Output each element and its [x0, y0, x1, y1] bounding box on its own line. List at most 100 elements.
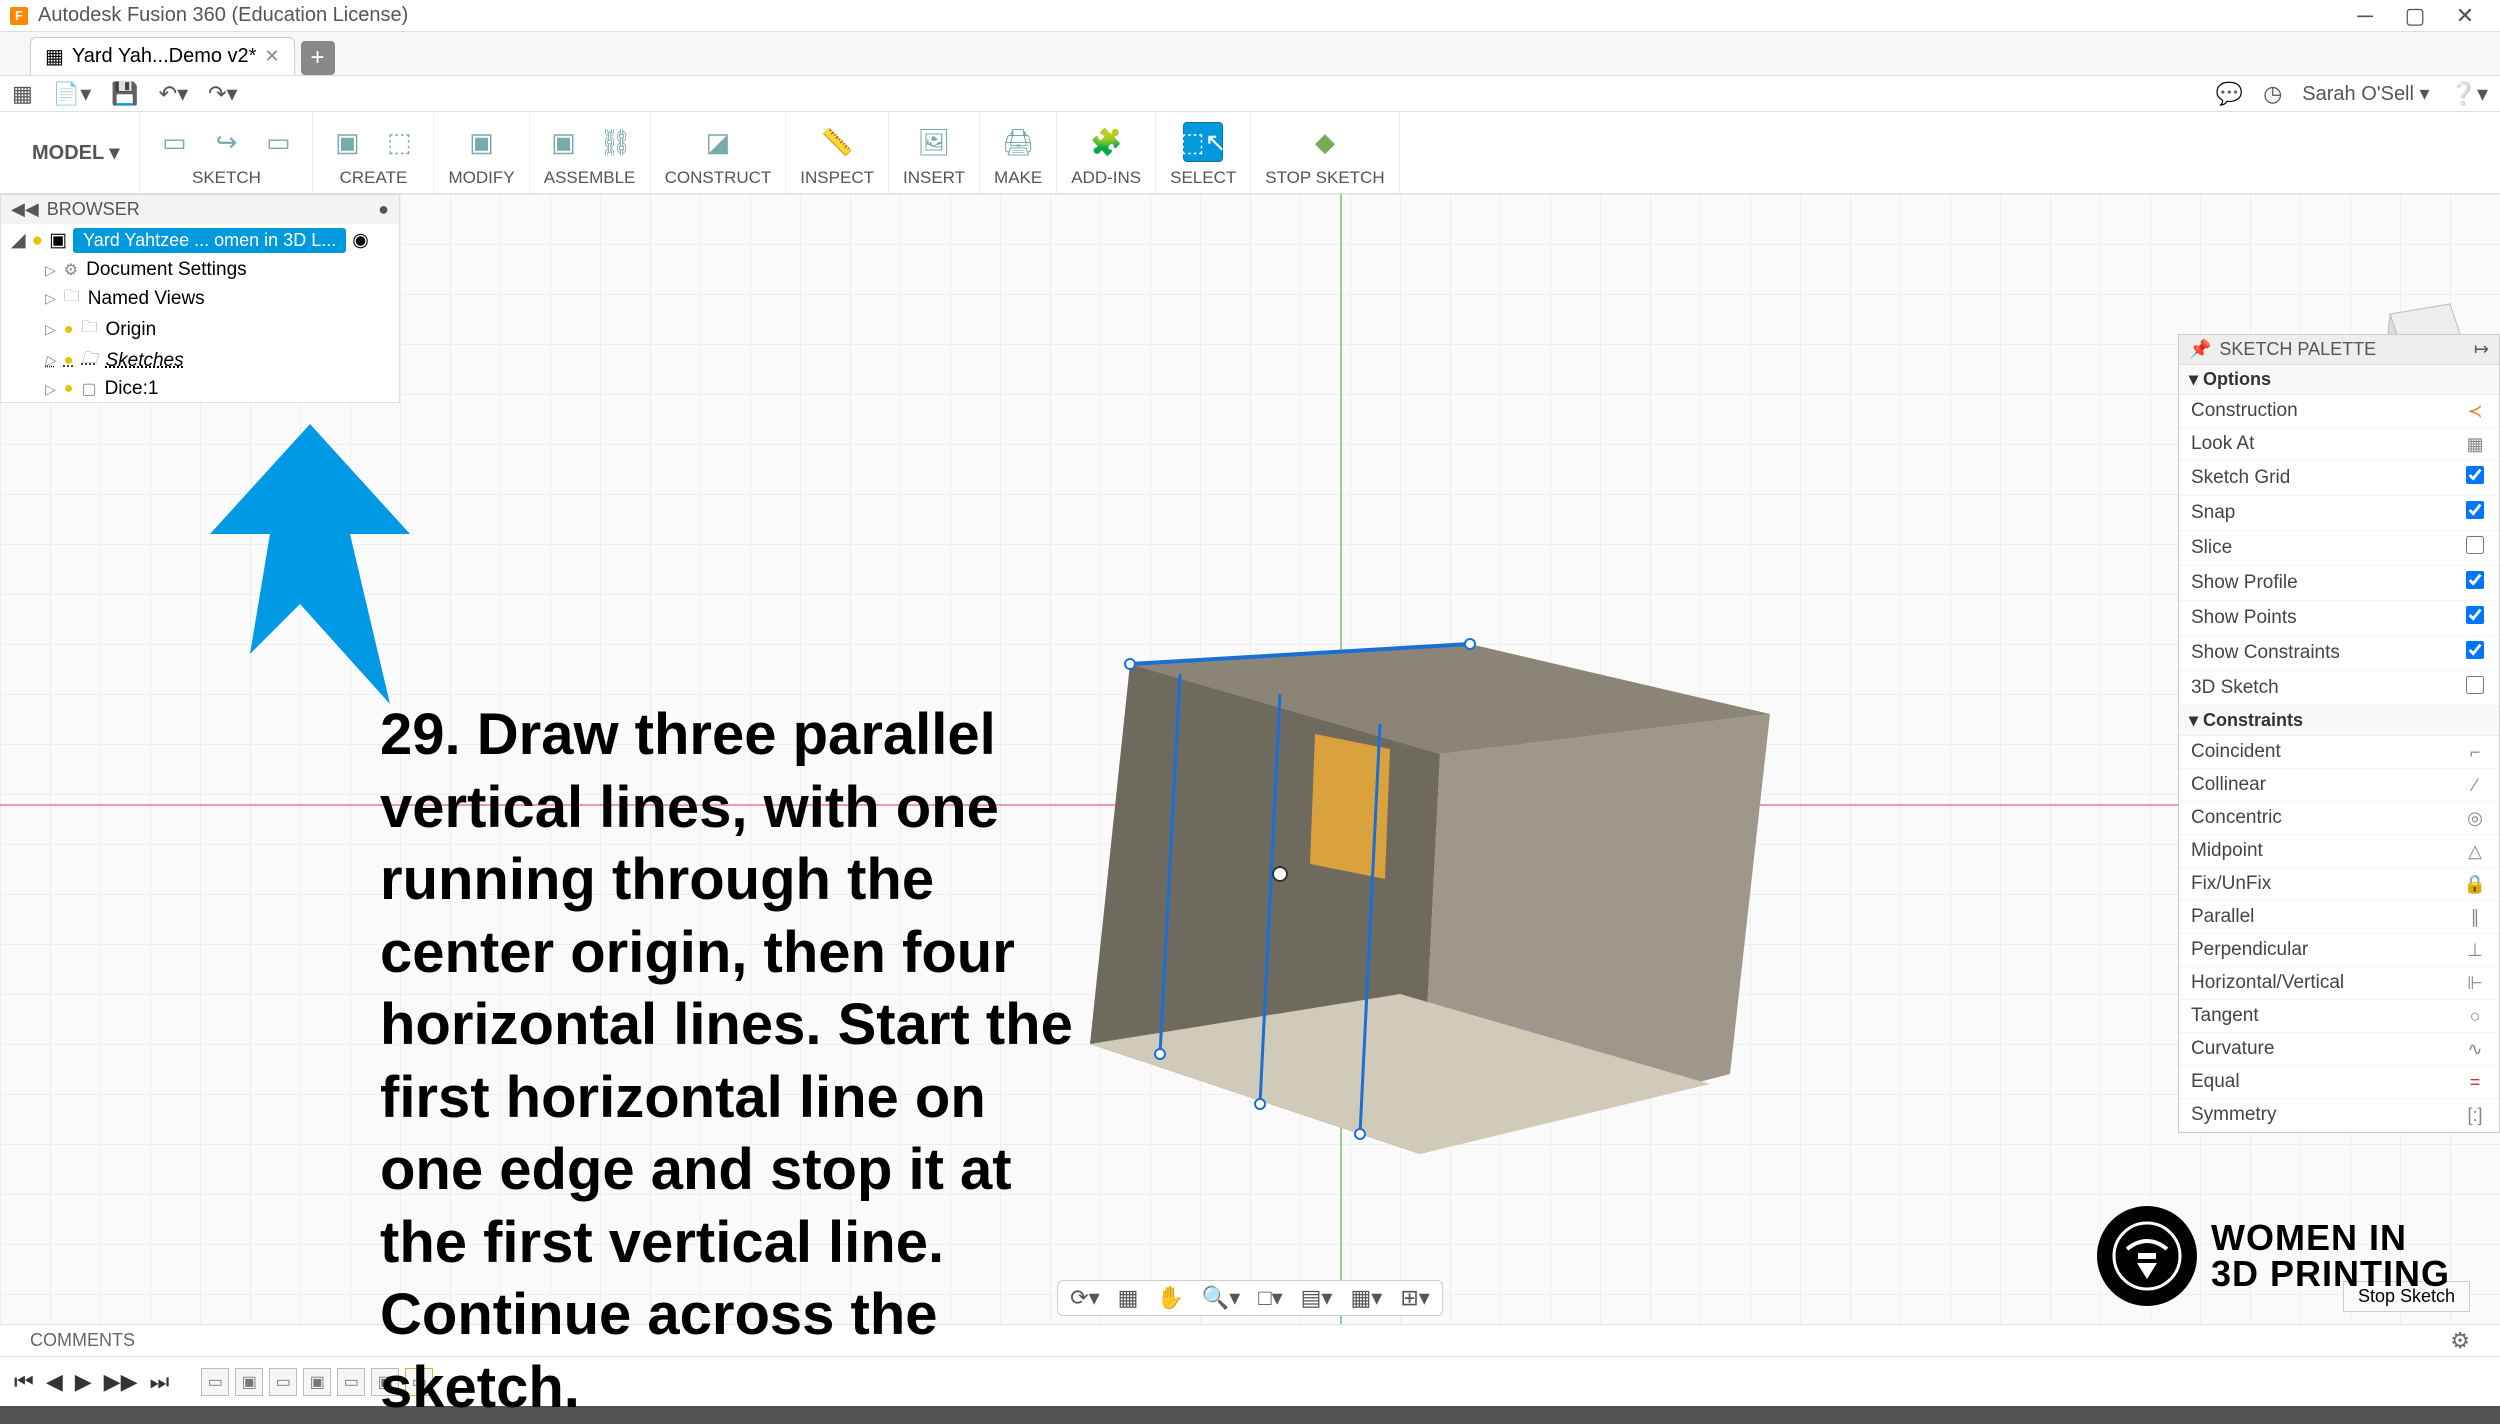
timeline-item[interactable]: ▣	[235, 1368, 263, 1396]
document-tab-active[interactable]: ▦ Yard Yah...Demo v2* ✕	[30, 37, 295, 75]
construction-icon[interactable]: ≺	[2463, 401, 2487, 422]
visibility-icon[interactable]: ●	[64, 352, 74, 370]
close-button[interactable]: ✕	[2440, 0, 2490, 32]
presspull-icon[interactable]: ▣	[462, 122, 502, 162]
minimize-button[interactable]: ─	[2340, 0, 2390, 32]
constraint-parallel[interactable]: Parallel∥	[2179, 901, 2499, 934]
option-showconstraints[interactable]: Show Constraints	[2179, 636, 2499, 671]
sketchgrid-checkbox[interactable]	[2466, 466, 2484, 484]
browser-header[interactable]: ◀◀ BROWSER ●	[1, 195, 399, 224]
collapse-icon[interactable]: ◀◀	[11, 199, 39, 220]
display-icon[interactable]: ▤▾	[1301, 1285, 1333, 1311]
timeline-stepfwd-icon[interactable]: ▶▶	[104, 1369, 138, 1395]
constraint-symmetry[interactable]: Symmetry[:]	[2179, 1099, 2499, 1132]
extrude-icon[interactable]: ⬚	[379, 122, 419, 162]
pan-icon[interactable]: ✋	[1156, 1285, 1183, 1311]
save-icon[interactable]: 💾	[111, 81, 138, 107]
comments-bar[interactable]: COMMENTS ⚙	[0, 1324, 2500, 1356]
box-icon[interactable]: ▣	[327, 122, 367, 162]
palette-title-bar[interactable]: 📌 SKETCH PALETTE ↦	[2179, 335, 2499, 365]
constraint-collinear[interactable]: Collinear∕	[2179, 769, 2499, 802]
expand-icon[interactable]: ▷	[45, 381, 56, 398]
settings-gear-icon[interactable]: ⚙	[2450, 1328, 2470, 1354]
create-sketch-icon[interactable]: ▭	[154, 122, 194, 162]
addins-icon[interactable]: 🧩	[1086, 122, 1126, 162]
constraint-midpoint[interactable]: Midpoint△	[2179, 835, 2499, 868]
ribbon-label-construct[interactable]: CONSTRUCT	[665, 168, 772, 188]
expand-icon[interactable]: ↦	[2474, 339, 2489, 360]
new-component-icon[interactable]: ▣	[544, 122, 584, 162]
constraint-tangent[interactable]: Tangent○	[2179, 1000, 2499, 1033]
timeline-item[interactable]: ▭	[201, 1368, 229, 1396]
showprofile-checkbox[interactable]	[2466, 571, 2484, 589]
timeline-item[interactable]: ▣	[303, 1368, 331, 1396]
decal-icon[interactable]: 🖼	[914, 122, 954, 162]
option-showpoints[interactable]: Show Points	[2179, 601, 2499, 636]
browser-node-sketches[interactable]: ▷ ● 🗀 Sketches	[1, 345, 399, 376]
expand-icon[interactable]: ▷	[45, 290, 56, 307]
stop-sketch-icon[interactable]: ◆	[1305, 122, 1345, 162]
constraint-horizvert[interactable]: Horizontal/Vertical⊩	[2179, 967, 2499, 1000]
option-lookat[interactable]: Look At▦	[2179, 428, 2499, 461]
browser-root[interactable]: ◢ ● ▣ Yard Yahtzee ... omen in 3D L... ◉	[1, 224, 399, 257]
redo-icon[interactable]: ↷▾	[208, 81, 237, 107]
option-construction[interactable]: Construction≺	[2179, 395, 2499, 428]
ribbon-label-addins[interactable]: ADD-INS	[1071, 168, 1141, 188]
extensions-icon[interactable]: 💬	[2216, 81, 2243, 107]
ribbon-label-stopsketch[interactable]: STOP SKETCH	[1265, 168, 1384, 188]
user-menu[interactable]: Sarah O'Sell ▾	[2302, 81, 2429, 106]
timeline-item[interactable]: ▭	[337, 1368, 365, 1396]
constraint-coincident[interactable]: Coincident⌐	[2179, 736, 2499, 769]
pin-icon[interactable]: 📌	[2189, 339, 2211, 360]
palette-options-header[interactable]: ▾ Options	[2179, 365, 2499, 395]
file-menu-icon[interactable]: 📄▾	[53, 81, 91, 107]
plane-icon[interactable]: ◪	[698, 122, 738, 162]
ribbon-label-sketch[interactable]: SKETCH	[192, 168, 261, 188]
viewport-icon[interactable]: ⊞▾	[1400, 1285, 1429, 1311]
rectangle-icon[interactable]: ▭	[258, 122, 298, 162]
ribbon-label-inspect[interactable]: INSPECT	[800, 168, 874, 188]
expand-icon[interactable]: ▷	[45, 321, 56, 338]
job-status-icon[interactable]: ◷	[2263, 81, 2282, 107]
ribbon-label-create[interactable]: CREATE	[340, 168, 408, 188]
timeline-stepback-icon[interactable]: ◀	[46, 1369, 63, 1395]
constraint-curvature[interactable]: Curvature∿	[2179, 1033, 2499, 1066]
constraint-perpendicular[interactable]: Perpendicular⊥	[2179, 934, 2499, 967]
option-3dsketch[interactable]: 3D Sketch	[2179, 671, 2499, 706]
select-icon[interactable]: ⬚↖	[1183, 122, 1223, 162]
3dsketch-checkbox[interactable]	[2466, 676, 2484, 694]
measure-icon[interactable]: 📏	[817, 122, 857, 162]
option-showprofile[interactable]: Show Profile	[2179, 566, 2499, 601]
fit-icon[interactable]: □▾	[1258, 1285, 1282, 1311]
visibility-icon[interactable]: ●	[64, 321, 74, 339]
timeline-item[interactable]: ▭	[269, 1368, 297, 1396]
showconstraints-checkbox[interactable]	[2466, 641, 2484, 659]
browser-pin-icon[interactable]: ●	[378, 199, 389, 220]
snap-checkbox[interactable]	[2466, 501, 2484, 519]
constraint-concentric[interactable]: Concentric◎	[2179, 802, 2499, 835]
constraint-fixunfix[interactable]: Fix/UnFix🔒	[2179, 868, 2499, 901]
lookat-icon[interactable]: ▦	[2463, 434, 2487, 455]
browser-node-namedviews[interactable]: ▷ 🗀 Named Views	[1, 283, 399, 314]
tab-close-icon[interactable]: ✕	[264, 46, 279, 67]
maximize-button[interactable]: ▢	[2390, 0, 2440, 32]
data-panel-icon[interactable]: ▦	[12, 81, 33, 107]
line-icon[interactable]: ↪	[206, 122, 246, 162]
model-cube[interactable]	[1070, 624, 1790, 1224]
constraint-equal[interactable]: Equal=	[2179, 1066, 2499, 1099]
timeline-play-icon[interactable]: ▶	[75, 1369, 92, 1395]
visibility-icon[interactable]: ●	[32, 230, 43, 252]
ribbon-label-modify[interactable]: MODIFY	[448, 168, 514, 188]
option-sketchgrid[interactable]: Sketch Grid	[2179, 461, 2499, 496]
workspace-selector[interactable]: MODEL ▾	[12, 112, 140, 193]
radio-icon[interactable]: ◉	[352, 229, 369, 252]
browser-node-docsettings[interactable]: ▷ ⚙ Document Settings	[1, 257, 399, 283]
3dprint-icon[interactable]: 🖨	[998, 122, 1038, 162]
slice-checkbox[interactable]	[2466, 536, 2484, 554]
option-snap[interactable]: Snap	[2179, 496, 2499, 531]
help-icon[interactable]: ❔▾	[2450, 81, 2488, 107]
showpoints-checkbox[interactable]	[2466, 606, 2484, 624]
browser-node-origin[interactable]: ▷ ● 🗀 Origin	[1, 314, 399, 345]
joint-icon[interactable]: ⛓	[596, 122, 636, 162]
grid-icon[interactable]: ▦▾	[1350, 1285, 1382, 1311]
